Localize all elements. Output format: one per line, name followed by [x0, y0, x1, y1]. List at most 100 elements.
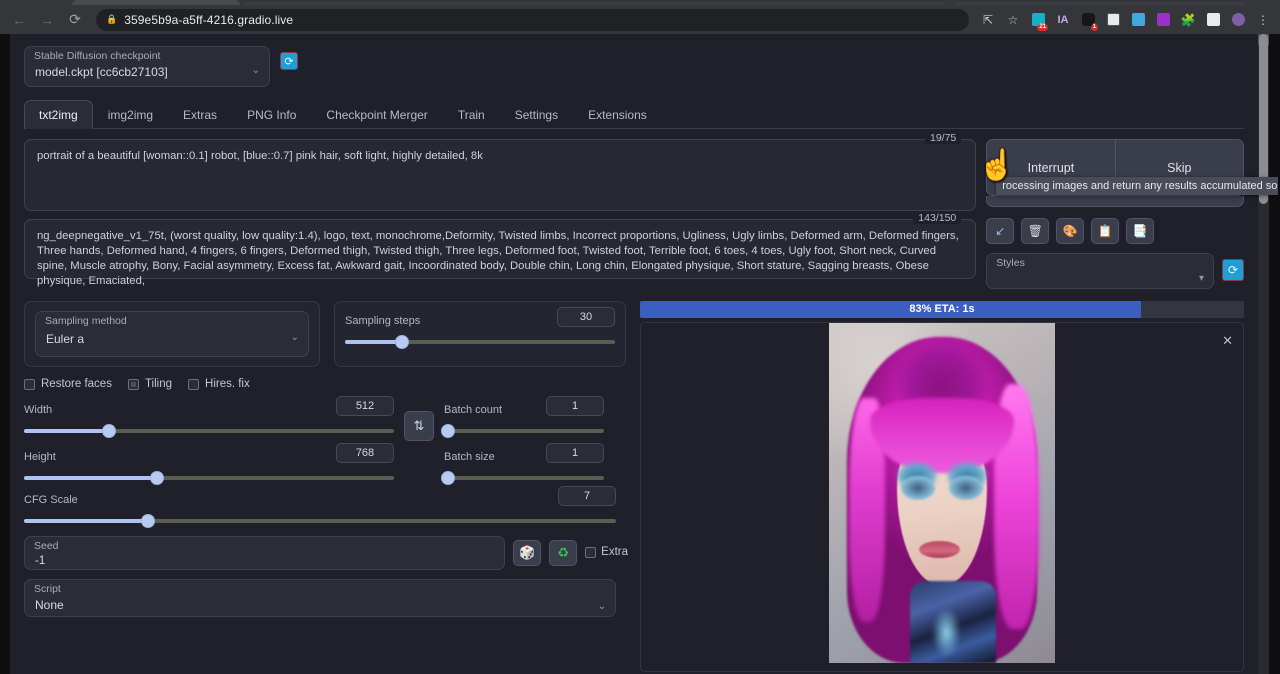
puzzle-extensions-icon[interactable]: 🧩	[1177, 9, 1199, 31]
restore-faces-checkbox[interactable]: Restore faces	[24, 378, 112, 390]
width-value[interactable]: 512	[336, 396, 394, 416]
close-icon[interactable]: ✕	[1222, 333, 1233, 349]
cfg-scale-track[interactable]	[24, 519, 616, 523]
prompt-column: 19/75 portrait of a beautiful [woman::0.…	[24, 139, 976, 279]
tiling-checkbox[interactable]: Tiling	[128, 378, 172, 390]
seed-value: -1	[35, 555, 45, 567]
positive-prompt-textarea[interactable]: 19/75 portrait of a beautiful [woman::0.…	[24, 139, 976, 211]
reuse-seed-button[interactable]: ♻	[549, 540, 577, 566]
back-icon[interactable]: ←	[6, 8, 32, 32]
refresh-checkpoints-button[interactable]: ⟳	[280, 52, 298, 70]
browser-menu-icon[interactable]: ⋮	[1252, 9, 1274, 31]
address-bar[interactable]: 🔒 359e5b9a-a5ff-4216.gradio.live	[96, 9, 969, 31]
arrow-down-left-icon[interactable]: ↙	[986, 218, 1014, 244]
batch-count-slider[interactable]: Batch count 1	[444, 400, 604, 433]
dimensions-row: Width 512 Height 768	[24, 400, 628, 480]
extra-seed-checkbox[interactable]: Extra	[585, 546, 628, 558]
tab-settings[interactable]: Settings	[500, 100, 573, 129]
negative-prompt-textarea[interactable]: 143/150 ng_deepnegative_v1_75t, (worst q…	[24, 219, 976, 279]
browser-toolbar: ← → ⟳ 🔒 359e5b9a-a5ff-4216.gradio.live ⇱…	[0, 5, 1280, 34]
profile-avatar[interactable]	[1227, 9, 1249, 31]
batch-size-label: Batch size	[444, 451, 495, 463]
styles-row: Styles ▾ ⟳	[986, 253, 1244, 289]
width-slider[interactable]: Width 512	[24, 400, 394, 433]
save-style-icon[interactable]: 📑	[1126, 218, 1154, 244]
restore-faces-label: Restore faces	[41, 378, 112, 390]
script-dropdown[interactable]: Script None ⌄	[24, 579, 616, 617]
split-view-extension-icon[interactable]	[1202, 9, 1224, 31]
seed-input[interactable]: Seed -1	[24, 536, 505, 570]
tab-checkpoint-merger[interactable]: Checkpoint Merger	[311, 100, 442, 129]
right-eye	[949, 476, 983, 500]
share-icon[interactable]: ⇱	[977, 9, 999, 31]
ia-extension-icon[interactable]: IA	[1052, 9, 1074, 31]
reading-extension-icon[interactable]	[1152, 9, 1174, 31]
height-value[interactable]: 768	[336, 443, 394, 463]
checkbox-icon	[24, 379, 35, 390]
checkbox-icon	[585, 547, 596, 558]
negative-prompt-text: ng_deepnegative_v1_75t, (worst quality, …	[37, 229, 963, 289]
batch-size-slider[interactable]: Batch size 1	[444, 447, 604, 480]
swap-dimensions-button[interactable]: ⇅	[404, 411, 434, 441]
tab-txt2img[interactable]: txt2img	[24, 100, 93, 129]
batch-count-label: Batch count	[444, 404, 502, 416]
extra-label: Extra	[601, 546, 628, 558]
tab-train[interactable]: Train	[443, 100, 500, 129]
batch-size-track[interactable]	[444, 476, 604, 480]
trash-icon[interactable]: 🗑	[1021, 218, 1049, 244]
generate-button[interactable]	[986, 196, 1244, 207]
image-tool-extension-icon[interactable]	[1127, 9, 1149, 31]
batch-count-value[interactable]: 1	[546, 396, 604, 416]
cfg-scale-slider[interactable]: CFG Scale 7	[24, 490, 616, 523]
page-scrollbar[interactable]: ▲	[1258, 34, 1269, 674]
random-seed-button[interactable]: 🎲	[513, 540, 541, 566]
sampling-steps-track[interactable]	[345, 340, 615, 344]
interrupt-tooltip: rocessing images and return any results …	[996, 177, 1278, 195]
width-track[interactable]	[24, 429, 394, 433]
image-gallery: ✕	[640, 322, 1244, 672]
video-download-extension-icon[interactable]: 1	[1077, 9, 1099, 31]
tab-png-info[interactable]: PNG Info	[232, 100, 311, 129]
hires-fix-checkbox[interactable]: Hires. fix	[188, 378, 250, 390]
notion-extension-icon[interactable]	[1102, 9, 1124, 31]
cfg-scale-value[interactable]: 7	[558, 486, 616, 506]
forward-icon[interactable]: →	[34, 8, 60, 32]
tab-extras[interactable]: Extras	[168, 100, 232, 129]
toggle-row: Restore faces Tiling Hires. fix	[24, 378, 628, 390]
apply-styles-button[interactable]: ⟳	[1222, 259, 1244, 281]
styles-label: Styles	[996, 257, 1025, 269]
width-knob[interactable]	[102, 424, 116, 438]
batch-count-track[interactable]	[444, 429, 604, 433]
checkpoint-dropdown[interactable]: Stable Diffusion checkpoint model.ckpt […	[24, 46, 270, 87]
batch-size-value[interactable]: 1	[546, 443, 604, 463]
height-track[interactable]	[24, 476, 394, 480]
progress-bar: 83% ETA: 1s	[640, 301, 1244, 318]
sampling-steps-knob[interactable]	[395, 335, 409, 349]
refresh-icon: ⟳	[284, 55, 293, 68]
left-eye	[901, 476, 935, 500]
tab-organizer-extension-icon[interactable]: 21	[1027, 9, 1049, 31]
sampling-steps-slider[interactable]: Sampling steps 30	[345, 311, 615, 344]
tab-extensions[interactable]: Extensions	[573, 100, 662, 129]
sampler-steps-row: Sampling method Euler a ⌄ Sampling steps…	[24, 301, 628, 367]
sampling-steps-value[interactable]: 30	[557, 307, 615, 327]
tab-img2img[interactable]: img2img	[93, 100, 168, 129]
sampling-method-dropdown[interactable]: Sampling method Euler a ⌄	[35, 311, 309, 357]
styles-dropdown[interactable]: Styles ▾	[986, 253, 1214, 289]
height-slider[interactable]: Height 768	[24, 447, 394, 480]
cfg-scale-knob[interactable]	[141, 514, 155, 528]
main-tabs: txt2img img2img Extras PNG Info Checkpoi…	[24, 99, 1244, 129]
batch-count-knob[interactable]	[441, 424, 455, 438]
gradio-app: Stable Diffusion checkpoint model.ckpt […	[10, 34, 1269, 674]
chevron-down-icon: ▾	[1199, 273, 1204, 284]
hires-fix-label: Hires. fix	[205, 378, 250, 390]
reload-icon[interactable]: ⟳	[62, 8, 88, 32]
generated-image[interactable]	[829, 323, 1055, 663]
negative-token-counter: 143/150	[913, 212, 961, 224]
batch-size-knob[interactable]	[441, 471, 455, 485]
palette-icon[interactable]: 🎨	[1056, 218, 1084, 244]
height-knob[interactable]	[150, 471, 164, 485]
bookmark-star-icon[interactable]: ☆	[1002, 9, 1024, 31]
script-label: Script	[34, 583, 61, 595]
clipboard-icon[interactable]: 📋	[1091, 218, 1119, 244]
